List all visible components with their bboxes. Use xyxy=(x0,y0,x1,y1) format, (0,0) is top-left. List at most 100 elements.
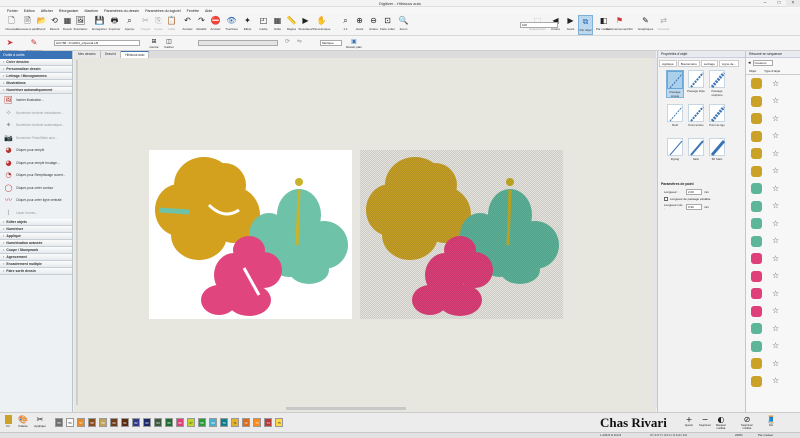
sequence-row[interactable]: ☆ xyxy=(746,320,800,338)
toolbar-rulers-button[interactable]: 📏 Règles xyxy=(284,15,299,35)
thread-color-swatch[interactable]: 64 xyxy=(154,418,162,427)
sequence-row[interactable]: ☆ xyxy=(746,110,800,128)
minimize-button[interactable]: – xyxy=(758,0,772,7)
stitch-type-option[interactable]: Motif xyxy=(666,104,684,132)
thread-color-swatch[interactable]: 75 xyxy=(275,418,283,427)
tool-item[interactable]: ◯ Cliquer-pour-créer contour xyxy=(0,182,72,195)
panel-section[interactable]: Encadrement multiple xyxy=(0,261,72,268)
palette-button[interactable]: 🎨 Palette xyxy=(17,415,29,428)
menu-item[interactable]: Machine xyxy=(82,9,102,13)
palette-action-button[interactable]: ◐ Masquer inutilisé xyxy=(712,415,730,430)
design-plan-button[interactable]: ▣ Dessin plan xyxy=(344,38,364,49)
panel-section[interactable]: Editer objets xyxy=(0,219,72,226)
sequence-row[interactable]: ☆ xyxy=(746,233,800,251)
tool-item[interactable]: ✧ Numériser broderie instantanée... xyxy=(0,107,72,120)
properties-tab[interactable]: Lettrage xyxy=(700,60,718,67)
thread-color-swatch[interactable]: 58 xyxy=(88,418,96,427)
panel-section[interactable]: Coupe / Stumpwork xyxy=(0,247,72,254)
sequence-row[interactable]: ☆ xyxy=(746,128,800,146)
sequence-row[interactable]: ☆ xyxy=(746,198,800,216)
panel-section[interactable]: Créer dessins xyxy=(0,59,72,66)
panel-section[interactable]: Numériser xyxy=(0,226,72,233)
stitch-type-option[interactable]: Zigzag xyxy=(666,138,684,166)
toolbar-save-button[interactable]: 💾 Enregistrer xyxy=(92,15,107,35)
toolbar-effects-button[interactable]: ✦ Effets xyxy=(240,15,255,35)
colors-button[interactable]: Couleurs xyxy=(752,60,773,66)
tool-item[interactable]: 🖼 Insérer illustration... xyxy=(0,94,72,107)
thread-color-swatch[interactable]: 59 xyxy=(99,418,107,427)
sequence-row[interactable]: ☆ xyxy=(746,93,800,111)
tab-0[interactable]: Mes dessins xyxy=(74,51,101,58)
panel-section[interactable]: Faire sortir dessin xyxy=(0,268,72,275)
thread-color-swatch[interactable]: 74 xyxy=(264,418,272,427)
menu-item[interactable]: Fenêtre xyxy=(184,9,202,13)
sequence-row[interactable]: ☆ xyxy=(746,163,800,181)
min-length-input[interactable]: 0.90 xyxy=(686,204,702,210)
toolbar-convert-button[interactable]: ⇄ Convertir xyxy=(656,15,671,35)
stitch-type-option[interactable]: Passage simple xyxy=(666,70,684,98)
sequence-row[interactable]: ☆ xyxy=(746,338,800,356)
toolbar-simulator-button[interactable]: ▶ Simulateur xyxy=(298,15,313,35)
panel-section[interactable]: Appliqué xyxy=(0,233,72,240)
sequence-row[interactable]: ☆ xyxy=(746,145,800,163)
close-button[interactable]: × xyxy=(786,0,800,7)
mirror-icon[interactable]: ⇋ xyxy=(297,38,305,45)
tool-item[interactable]: 📷 Numériser PhotoStitch auto... xyxy=(0,132,72,145)
stitch-type-option[interactable]: Passage triple xyxy=(687,70,705,98)
thread-color-swatch[interactable]: 67 xyxy=(187,418,195,427)
toolbar-zoom-in-button[interactable]: ⊕ Avant xyxy=(352,15,367,35)
menu-item[interactable]: Afficher xyxy=(38,9,56,13)
design-name-field[interactable]: HIC788 : Dmd001_eSpecial.ef3 xyxy=(54,40,140,46)
thread-color-swatch[interactable]: 71 xyxy=(231,418,239,427)
hide-button[interactable]: ◫ Cacher xyxy=(163,38,175,49)
toolbar-by-color-button[interactable]: ◧ Par couleur xyxy=(596,15,611,35)
units-select[interactable]: Métrique xyxy=(320,40,342,46)
toolbar-redo-button[interactable]: ↷ Rétablir xyxy=(194,15,209,35)
toolbar-illustration-button[interactable]: 🖼 Illustration xyxy=(73,15,88,35)
stitch-type-option[interactable]: 3D Satin xyxy=(708,138,726,166)
thread-color-swatch[interactable]: 61 xyxy=(121,418,129,427)
menu-item[interactable]: Edition xyxy=(21,9,38,13)
menu-item[interactable]: Paramètres du dessin xyxy=(101,9,142,13)
sequence-row[interactable]: ☆ xyxy=(746,355,800,373)
stitch-type-option[interactable]: Satin xyxy=(687,138,705,166)
thread-color-swatch[interactable]: 73 xyxy=(253,418,261,427)
tool-item[interactable]: ⌇ Lisser formes... xyxy=(0,207,72,220)
toolbar-pan-button[interactable]: ✋ Panoramique xyxy=(313,15,331,35)
palette-action-button[interactable]: 🧵 Fils xyxy=(762,415,780,427)
sequence-nav-icon[interactable]: ◂ xyxy=(748,60,751,66)
toolbar-zoom-1to1-button[interactable]: ⌕ 1:1 xyxy=(338,15,353,35)
properties-tab[interactable]: Appliqué xyxy=(659,60,677,67)
toolbar-start-end-button[interactable]: ⚑ Commencement/Fin xyxy=(606,15,633,35)
sequence-row[interactable]: ☆ xyxy=(746,250,800,268)
thread-color-swatch[interactable]: 57 xyxy=(77,418,85,427)
zoom-field[interactable]: 100 xyxy=(520,22,558,28)
tool-item[interactable]: ◕ Cliquer-pour-remplir brodage... xyxy=(0,157,72,170)
properties-tab[interactable]: Boutonnière xyxy=(677,60,700,67)
sequence-row[interactable]: ☆ xyxy=(746,303,800,321)
menu-item[interactable]: Paramètres du logiciel xyxy=(142,9,184,13)
toolbar-graphics-button[interactable]: ✎ Graphiques xyxy=(638,15,654,35)
thread-color-swatch[interactable]: 69 xyxy=(209,418,217,427)
toolbar-by-object-button[interactable]: ⧉ Par objet xyxy=(578,15,593,35)
toolbar-cancel-button[interactable]: ⛔ Annuler xyxy=(208,15,223,35)
tab-1[interactable]: Dessin1 xyxy=(100,51,122,58)
tool-item[interactable]: ✦ Numériser broderie automatique... xyxy=(0,119,72,132)
rotate-icon[interactable]: ⟳ xyxy=(285,38,293,45)
toolbar-paste-button[interactable]: 📋 Coller xyxy=(164,15,179,35)
maximize-button[interactable]: □ xyxy=(772,0,786,7)
sequence-row[interactable]: ☆ xyxy=(746,268,800,286)
thread-color-swatch[interactable]: 60 xyxy=(110,418,118,427)
sequence-row[interactable]: ☆ xyxy=(746,215,800,233)
thread-color-swatch[interactable]: 72 xyxy=(242,418,250,427)
center-button[interactable]: ⊞ Centre xyxy=(148,38,160,49)
toolbar-preview-button[interactable]: ⌕ Aperçu xyxy=(122,15,137,35)
tool-item[interactable]: ◔ Cliquer-pour-Remplissage ouvert... xyxy=(0,169,72,182)
sequence-row[interactable]: ☆ xyxy=(746,373,800,391)
thread-color-swatch[interactable]: 70 xyxy=(220,418,228,427)
menu-item[interactable]: Aide xyxy=(202,9,215,13)
thread-color-swatch[interactable]: 65 xyxy=(165,418,173,427)
embroidery-preview[interactable] xyxy=(360,150,563,319)
toolbar-new-from-button[interactable]: 🗎 Nouveau à partir xyxy=(16,15,38,35)
thread-color-swatch[interactable]: 55 xyxy=(55,418,63,427)
